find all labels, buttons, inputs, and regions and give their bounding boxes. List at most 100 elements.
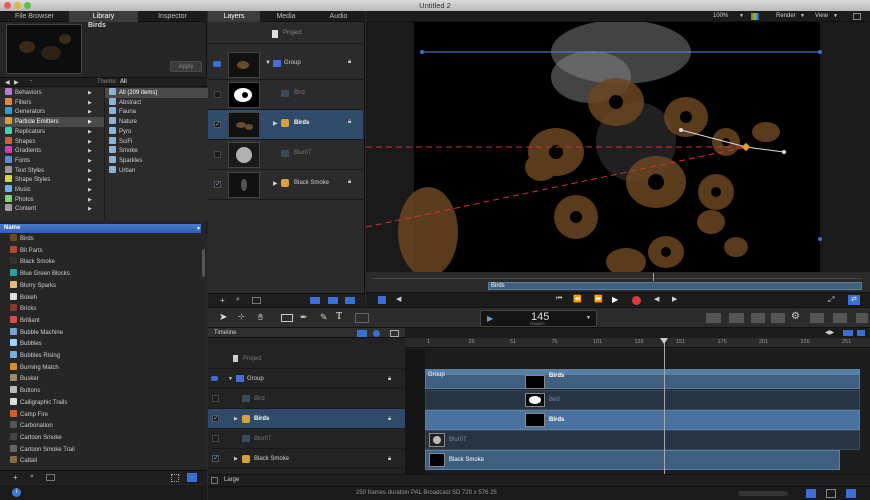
layer-visibility-checkbox[interactable]: ✓ <box>214 181 221 188</box>
category-item[interactable]: Photos ▶ <box>0 194 104 205</box>
library-item[interactable]: Cartoon Smoke Trail <box>0 444 200 456</box>
mini-playhead[interactable] <box>653 273 654 281</box>
add-icon[interactable]: + <box>13 473 18 482</box>
next-frame-icon[interactable]: ▶ <box>672 295 677 303</box>
paint-tool-icon[interactable]: ✎ <box>320 312 328 323</box>
layer-row-bird[interactable]: Bird <box>208 80 363 110</box>
row-size-popup[interactable]: Large <box>224 477 239 483</box>
apply-button[interactable]: Apply <box>170 61 202 72</box>
theme-popup[interactable]: All <box>120 79 127 85</box>
timeline-settings-icon[interactable] <box>390 330 399 337</box>
layer-row-birds[interactable]: ✓ ▶ Birds 🔒︎ <box>208 110 363 140</box>
mini-ruler[interactable] <box>372 273 862 279</box>
minimize-window-button[interactable] <box>14 2 21 9</box>
audio-icon[interactable]: ◀ <box>396 295 401 303</box>
theme-item[interactable]: Urban <box>105 165 208 176</box>
theme-item[interactable]: Nature <box>105 117 208 127</box>
tab-audio[interactable]: Audio <box>312 11 365 22</box>
back-arrow-icon[interactable]: ◀ <box>5 79 10 86</box>
layer-row-black-smoke[interactable]: ✓ ▶ Black Smoke 🔒︎ <box>208 170 363 200</box>
layer-row-blur07[interactable]: Blur07 <box>208 140 363 170</box>
transform-tool-icon[interactable]: ⊹ <box>238 312 245 321</box>
theme-item[interactable]: Sparkles <box>105 155 208 166</box>
zoom-slider[interactable] <box>843 330 853 336</box>
library-item[interactable]: Carbonation <box>0 421 200 432</box>
medium-rows-icon[interactable] <box>328 297 338 304</box>
theme-item[interactable]: Pyro <box>105 126 208 137</box>
name-column-header[interactable]: Name <box>0 224 201 233</box>
library-item[interactable]: Cartoon Smoke <box>0 432 200 444</box>
step-forward-icon[interactable]: ⏩ <box>594 295 603 303</box>
bird-clip[interactable] <box>425 390 860 410</box>
lock-icon[interactable]: 🔒︎ <box>348 59 351 66</box>
step-back-icon[interactable]: ⏪ <box>573 295 582 303</box>
pen-tool-icon[interactable]: ✒︎ <box>300 312 308 323</box>
search-icon[interactable]: ⌕ <box>30 473 34 481</box>
tab-layers[interactable]: Layers <box>208 11 260 22</box>
timeline-row-group[interactable]: ▼ Group 🔒︎ <box>208 369 405 389</box>
library-item[interactable]: Calligraphic Trails <box>0 397 200 409</box>
lock-icon[interactable]: 🔒︎ <box>388 409 391 429</box>
large-rows-icon[interactable] <box>345 297 355 304</box>
timeline-row-black-smoke[interactable]: ✓ ▶ Black Smoke 🔒︎ <box>208 449 405 469</box>
layer-visibility-checkbox[interactable] <box>214 91 221 98</box>
close-window-button[interactable] <box>4 2 11 9</box>
library-item[interactable]: Black Smoke <box>0 257 200 268</box>
lights-icon[interactable] <box>729 313 744 323</box>
render-menu[interactable]: Render <box>776 13 796 19</box>
make-particles-icon[interactable] <box>810 313 824 323</box>
row-visibility-checkbox[interactable]: ✓ <box>212 455 219 462</box>
text-tool-icon[interactable]: T <box>336 311 342 322</box>
mask-tool-icon[interactable] <box>355 313 369 323</box>
library-item[interactable]: Buttons <box>0 386 200 397</box>
smoke-clip[interactable] <box>425 450 840 470</box>
pan-tool-icon[interactable]: ✋︎ <box>258 312 263 323</box>
info-icon[interactable]: i <box>12 488 21 497</box>
channels-icon[interactable] <box>751 13 759 20</box>
sort-chevron-icon[interactable]: ▼ <box>196 226 201 232</box>
playhead-handle[interactable] <box>660 338 668 344</box>
timeline-view-icon[interactable] <box>357 330 367 337</box>
layer-visibility-checkbox[interactable] <box>214 151 221 158</box>
category-item[interactable]: Content ▶ <box>0 204 104 214</box>
fullscreen-icon[interactable]: ⤢ <box>828 295 834 305</box>
library-item[interactable]: Bit Parts <box>0 245 200 257</box>
play-range-icon[interactable] <box>378 296 386 304</box>
select-tool-icon[interactable]: ➤ <box>219 312 227 323</box>
category-item[interactable]: Text Styles ▶ <box>0 165 104 176</box>
disclosure-closed-icon[interactable]: ▶ <box>273 180 278 187</box>
tab-media[interactable]: Media <box>260 11 312 22</box>
behaviors-gear-icon[interactable]: ⚙ <box>791 311 800 322</box>
category-item[interactable]: Shapes ▶ <box>0 136 104 147</box>
thumbnail-toggle-icon[interactable] <box>252 297 261 304</box>
category-item[interactable]: Filters ▶ <box>0 97 104 108</box>
category-item[interactable]: Gradients ▶ <box>0 146 104 156</box>
playhead[interactable] <box>664 338 665 474</box>
timeline-row-blur07[interactable]: Blur07 <box>208 429 405 449</box>
category-item[interactable]: Music ▶ <box>0 185 104 195</box>
timeline-row-bird[interactable]: Bird <box>208 389 405 409</box>
canvas[interactable] <box>366 22 870 272</box>
library-item[interactable]: Cattail <box>0 456 200 467</box>
forward-arrow-icon[interactable]: ▶ <box>14 79 19 86</box>
record-icon[interactable] <box>632 296 641 305</box>
library-item[interactable]: Camp Fire <box>0 409 200 421</box>
lock-icon[interactable]: 🔒︎ <box>388 369 391 389</box>
more-tools-icon[interactable] <box>856 313 868 323</box>
library-item[interactable]: Bubbles Rising <box>0 351 200 362</box>
row-visibility-checkbox[interactable]: ✓ <box>212 415 219 422</box>
group-toggle-icon[interactable] <box>211 376 218 381</box>
theme-item[interactable]: SciFi <box>105 136 208 147</box>
theme-item[interactable]: Fauna <box>105 107 208 117</box>
group-clip[interactable]: Group <box>425 369 860 389</box>
zoom-window-button[interactable] <box>24 2 31 9</box>
lock-icon[interactable]: 🔒︎ <box>388 449 391 469</box>
small-rows-icon[interactable] <box>310 297 320 304</box>
library-item[interactable]: Bubbles <box>0 339 200 350</box>
view-menu[interactable]: View <box>815 13 828 19</box>
library-item[interactable]: Blue Green Blocks <box>0 269 200 280</box>
theme-item[interactable]: All (209 items) <box>105 88 208 98</box>
collapse-icon[interactable] <box>211 477 218 484</box>
replicate-icon[interactable] <box>833 313 847 323</box>
category-item[interactable]: Behaviors ▶ <box>0 88 104 98</box>
